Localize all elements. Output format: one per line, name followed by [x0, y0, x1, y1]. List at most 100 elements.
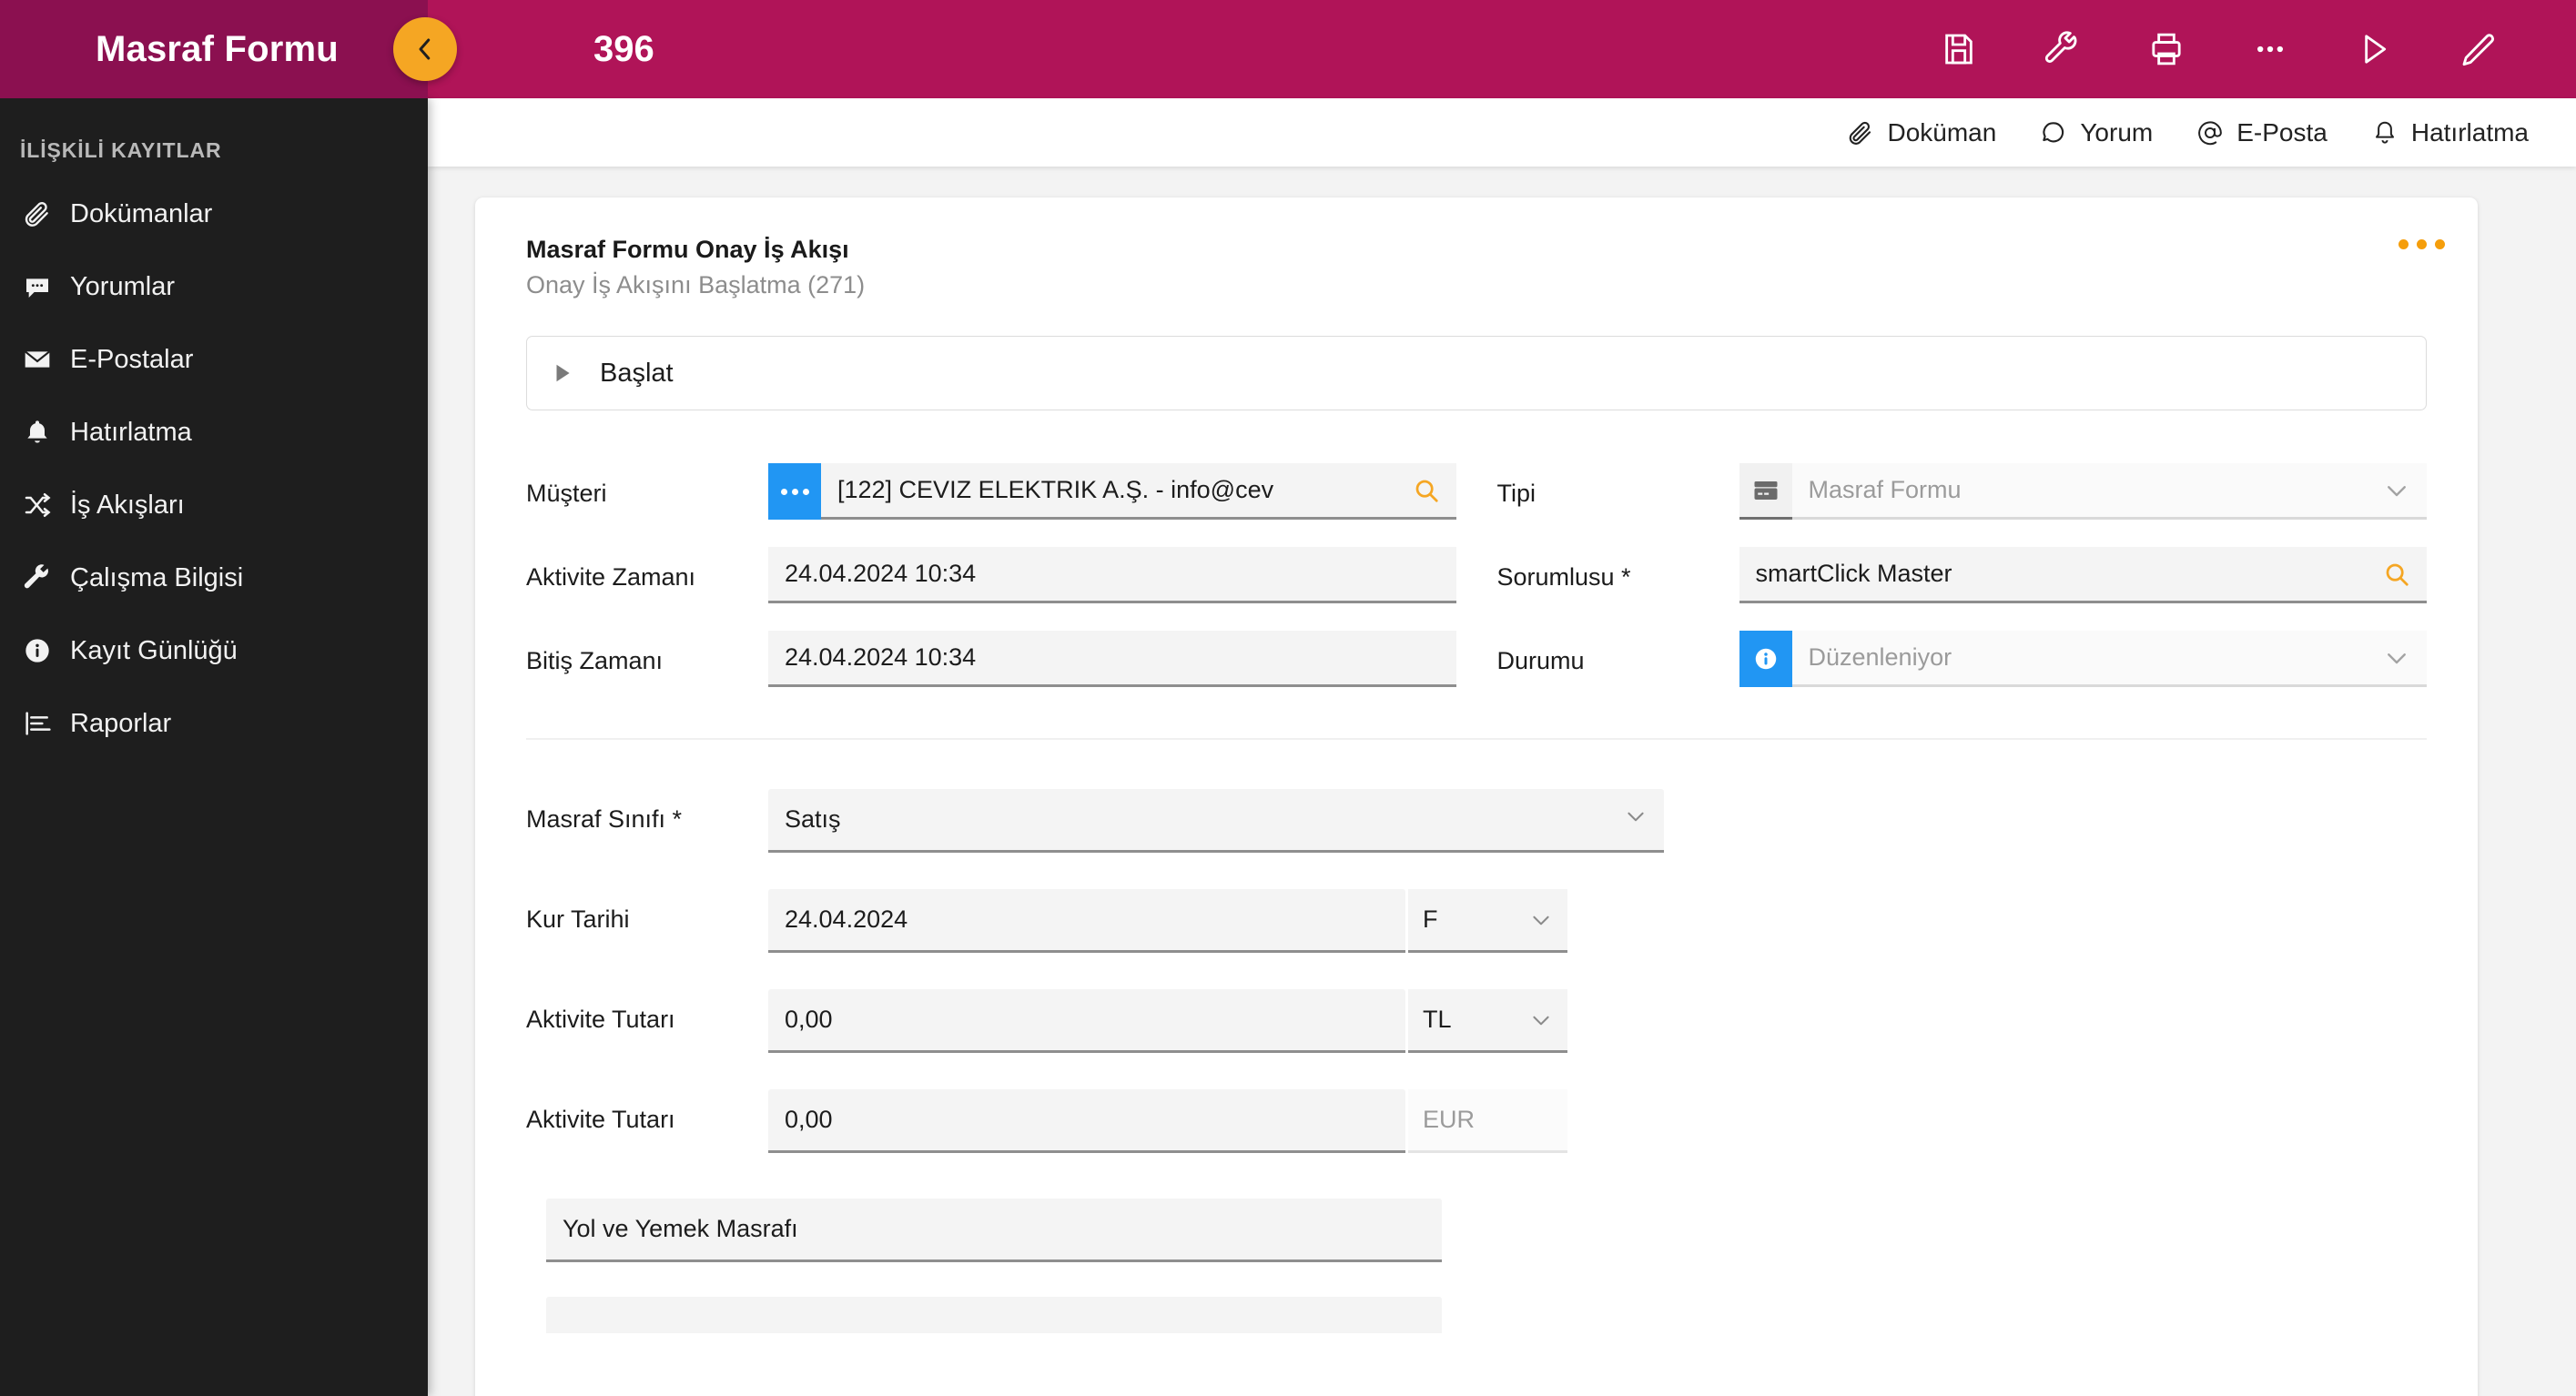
toolbar-item-dokuman[interactable]: Doküman	[1847, 118, 1996, 147]
aktivite-tutari-eur-currency: EUR	[1408, 1089, 1567, 1153]
main-content: Doküman Yorum E-Posta Hatırlatma Masraf …	[428, 98, 2576, 1396]
field-label-musteri: Müşteri	[526, 480, 607, 507]
info-circle-icon	[1755, 648, 1776, 670]
edit-button[interactable]	[2458, 29, 2498, 69]
envelope-icon	[23, 345, 70, 374]
sidebar-item-kayit-gunlugu[interactable]: Kayıt Günlüğü	[0, 614, 428, 687]
bitis-zamani-input[interactable]: 24.04.2024 10:34	[768, 631, 1456, 687]
yol-yemek-masrafi-value: Yol ve Yemek Masrafı	[563, 1215, 798, 1242]
durumu-dropdown-button[interactable]	[2383, 644, 2410, 672]
field-label-aktivite-tutari-tl: Aktivite Tutarı	[526, 1006, 675, 1033]
toolbar-item-eposta[interactable]: E-Posta	[2196, 118, 2328, 147]
durumu-select[interactable]: Düzenleniyor	[1791, 631, 2427, 687]
yol-yemek-masrafi-input[interactable]: Yol ve Yemek Masrafı	[546, 1199, 1442, 1262]
report-icon	[23, 709, 70, 738]
run-button[interactable]	[2354, 29, 2394, 69]
sidebar-item-is-akislari[interactable]: İş Akışları	[0, 469, 428, 541]
top-header-bar: Masraf Formu 396	[0, 0, 2576, 98]
musteri-search-button[interactable]	[1413, 477, 1440, 504]
toolbar-item-label: Doküman	[1887, 117, 1997, 147]
wrench-icon	[23, 563, 70, 592]
aktivite-tutari-eur-input[interactable]: 0,00	[768, 1089, 1405, 1153]
chevron-down-icon	[2388, 485, 2406, 496]
musteri-input[interactable]: [122] CEVIZ ELEKTRIK A.Ş. - info@cev	[821, 463, 1456, 520]
tipi-type-indicator	[1739, 463, 1792, 520]
search-icon	[1415, 480, 1438, 502]
sorumlusu-input[interactable]: smartClick Master	[1739, 547, 2427, 603]
print-button[interactable]	[2146, 29, 2186, 69]
header-right-block: 396	[428, 0, 2576, 98]
sidebar-item-epostalar[interactable]: E-Postalar	[0, 323, 428, 396]
chevron-down-icon	[1628, 812, 1644, 822]
field-row-aktivite-tutari-tl: Aktivite Tutarı 0,00 TL	[526, 989, 2427, 1089]
form-column-right: Tipi Masraf Formu Sorumlusu * smartClick…	[1496, 463, 2427, 714]
field-row-kur-tarihi: Kur Tarihi 24.04.2024 F	[526, 889, 2427, 989]
musteri-options-button[interactable]	[768, 463, 821, 520]
sidebar-item-label: Kayıt Günlüğü	[70, 635, 238, 665]
card-menu-button[interactable]	[2399, 239, 2445, 249]
paperclip-icon	[1850, 121, 1871, 145]
kur-tarihi-input[interactable]: 24.04.2024	[768, 889, 1405, 953]
play-icon	[2365, 35, 2387, 64]
currency-dropdown-button[interactable]	[1529, 1008, 1553, 1032]
toolbar-item-hatirlatma[interactable]: Hatırlatma	[2371, 118, 2529, 147]
paperclip-icon	[23, 199, 70, 228]
page-title: Masraf Formu	[96, 28, 339, 69]
more-button[interactable]	[2250, 29, 2290, 69]
header-left-block: Masraf Formu	[0, 0, 428, 98]
field-row-masraf-sinifi: Masraf Sınıfı * Satış	[526, 789, 2427, 889]
field-label-tipi: Tipi	[1496, 480, 1536, 507]
comment-icon	[23, 272, 70, 301]
chevron-down-icon	[1533, 915, 1549, 925]
masraf-sinifi-dropdown-button[interactable]	[1624, 804, 1648, 835]
aktivite-zamani-input[interactable]: 24.04.2024 10:34	[768, 547, 1456, 603]
kur-tarihi-type-dropdown-button[interactable]	[1529, 908, 1553, 932]
bell-icon	[2375, 121, 2394, 144]
bell-icon	[23, 418, 70, 447]
bitis-zamani-value: 24.04.2024 10:34	[785, 643, 977, 671]
tipi-value: Masraf Formu	[1808, 476, 1962, 503]
tipi-select[interactable]: Masraf Formu	[1791, 463, 2427, 520]
aktivite-tutari-eur-value: 0,00	[785, 1106, 833, 1133]
aktivite-zamani-value: 24.04.2024 10:34	[785, 560, 977, 587]
next-field-partial[interactable]	[546, 1297, 1442, 1333]
kur-tarihi-value: 24.04.2024	[785, 905, 908, 933]
sidebar-item-yorumlar[interactable]: Yorumlar	[0, 250, 428, 323]
sidebar-item-label: Çalışma Bilgisi	[70, 562, 244, 592]
field-row-tipi: Tipi Masraf Formu	[1496, 463, 2427, 547]
kur-tarihi-type-select[interactable]: F	[1408, 889, 1567, 953]
content-scroll-area[interactable]: Masraf Formu Onay İş Akışı Onay İş Akışı…	[428, 167, 2576, 1396]
tipi-dropdown-button[interactable]	[2383, 477, 2410, 504]
body-region: İLİŞKİLİ KAYITLAR Dokümanlar Yorumlar E-…	[0, 98, 2576, 1396]
aktivite-tutari-tl-currency-select[interactable]: TL	[1408, 989, 1567, 1053]
field-label-durumu: Durumu	[1496, 647, 1585, 674]
sidebar-item-calisma-bilgisi[interactable]: Çalışma Bilgisi	[0, 541, 428, 614]
sidebar-item-label: Dokümanlar	[70, 198, 213, 228]
tools-button[interactable]	[2043, 29, 2083, 69]
sorumlusu-search-button[interactable]	[2383, 561, 2410, 588]
card-title: Masraf Formu Onay İş Akışı	[526, 236, 849, 263]
sidebar-item-hatirlatma[interactable]: Hatırlatma	[0, 396, 428, 469]
field-row-durumu: Durumu Düzenleniyor	[1496, 631, 2427, 714]
toolbar-item-label: E-Posta	[2236, 117, 2328, 147]
toolbar-item-label: Yorum	[2080, 117, 2154, 147]
play-icon	[556, 364, 570, 382]
sidebar-item-dokumanlar[interactable]: Dokümanlar	[0, 177, 428, 250]
start-workflow-button[interactable]: Başlat	[526, 336, 2427, 410]
sidebar-item-raporlar[interactable]: Raporlar	[0, 687, 428, 760]
masraf-sinifi-select[interactable]: Satış	[768, 789, 1664, 853]
sidebar-item-label: Raporlar	[70, 708, 172, 738]
toolbar-item-yorum[interactable]: Yorum	[2040, 118, 2153, 147]
at-icon	[2198, 120, 2223, 145]
header-action-group	[1939, 29, 2576, 69]
sidebar-item-label: Yorumlar	[70, 271, 175, 301]
field-label-aktivite-tutari-eur: Aktivite Tutarı	[526, 1106, 675, 1133]
aktivite-tutari-tl-input[interactable]: 0,00	[768, 989, 1405, 1053]
field-label-aktivite-zamani: Aktivite Zamanı	[526, 563, 696, 591]
toolbar-item-label: Hatırlatma	[2410, 117, 2529, 147]
chevron-down-icon	[2388, 652, 2406, 663]
sidebar-collapse-button[interactable]	[393, 17, 457, 81]
kur-tarihi-type-value: F	[1423, 905, 1438, 933]
search-icon	[2386, 563, 2409, 586]
save-button[interactable]	[1939, 29, 1979, 69]
